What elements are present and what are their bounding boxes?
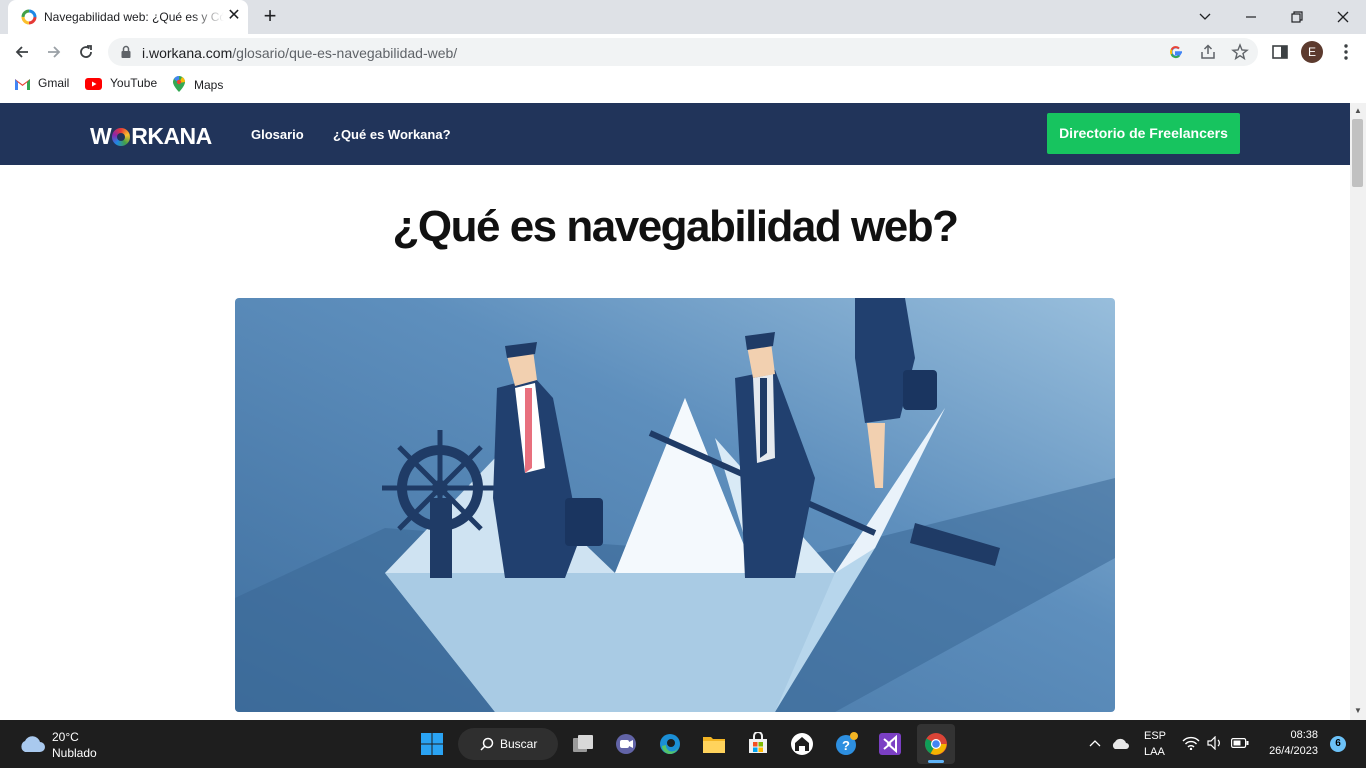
logo-text-start: W <box>90 123 112 149</box>
chrome-taskbar-button[interactable] <box>917 724 955 764</box>
search-icon <box>480 737 494 751</box>
onedrive-cloud-icon[interactable] <box>1111 736 1129 750</box>
chrome-icon <box>925 733 947 755</box>
maps-icon <box>173 76 185 92</box>
bookmark-gmail[interactable]: Gmail <box>15 76 69 92</box>
chevron-up-icon[interactable] <box>1089 738 1101 750</box>
clock-time[interactable]: 08:38 <box>1288 729 1318 741</box>
language-indicator[interactable]: ESP <box>1144 730 1166 742</box>
file-explorer-button[interactable] <box>698 728 730 760</box>
site-header: W RKANA Glosario ¿Qué es Workana? Directo… <box>0 103 1350 165</box>
tab-strip: Navegabilidad web: ¿Qué es y Cómo mejora… <box>0 0 1366 34</box>
app-button-house[interactable] <box>786 728 818 760</box>
url-text[interactable]: i.workana.com/glosario/que-es-navegabili… <box>142 45 457 61</box>
windows-taskbar: 20°C Nublado Buscar ? ESP LAA 08:38 26/4… <box>0 720 1366 768</box>
bookmark-label: YouTube <box>110 76 158 90</box>
tab-title: Navegabilidad web: ¿Qué es y Cómo mejora… <box>44 10 224 24</box>
restore-button[interactable] <box>1274 0 1320 34</box>
bookmarks-bar: Gmail YouTube Maps <box>0 70 1366 98</box>
taskbar-search[interactable]: Buscar <box>458 728 558 760</box>
notification-badge[interactable]: 6 <box>1330 736 1346 752</box>
cloudy-weather-icon[interactable] <box>18 732 46 754</box>
workana-logo[interactable]: W RKANA <box>90 123 212 150</box>
teams-chat-icon <box>616 734 636 754</box>
forward-button[interactable] <box>42 40 66 64</box>
store-icon <box>749 732 767 753</box>
volume-icon[interactable] <box>1207 736 1223 750</box>
wifi-icon[interactable] <box>1182 736 1200 750</box>
browser-toolbar: i.workana.com/glosario/que-es-navegabili… <box>0 34 1366 70</box>
reload-icon <box>80 45 92 58</box>
edge-button[interactable] <box>654 728 686 760</box>
tab-search-button[interactable] <box>1182 0 1228 34</box>
logo-o-icon <box>112 128 131 146</box>
visual-studio-icon <box>879 733 901 755</box>
start-button[interactable] <box>416 728 448 760</box>
tab-close-icon[interactable]: ✕ <box>226 8 242 24</box>
address-bar[interactable]: i.workana.com/glosario/que-es-navegabili… <box>108 38 1258 66</box>
nav-link-glosario[interactable]: Glosario <box>251 127 304 142</box>
side-panel-icon[interactable] <box>1270 42 1290 62</box>
page-title: ¿Qué es navegabilidad web? <box>392 202 959 251</box>
bookmark-youtube[interactable]: YouTube <box>85 76 157 92</box>
nav-link-que-es-workana[interactable]: ¿Qué es Workana? <box>333 127 451 142</box>
logo-text-end: RKANA <box>131 123 212 149</box>
back-button[interactable] <box>10 40 34 64</box>
arrow-left-icon <box>15 46 28 58</box>
minimize-button[interactable] <box>1228 0 1274 34</box>
share-icon[interactable] <box>1199 43 1217 61</box>
bookmark-star-icon[interactable] <box>1231 43 1249 61</box>
task-view-button[interactable] <box>567 728 599 760</box>
youtube-icon <box>85 78 102 90</box>
weather-temperature: 20°C <box>52 730 79 744</box>
gmail-icon <box>15 79 30 90</box>
arrow-right-icon <box>48 46 61 58</box>
keyboard-layout-indicator[interactable]: LAA <box>1144 746 1165 758</box>
browser-tab[interactable]: Navegabilidad web: ¿Qué es y Cómo mejora… <box>8 0 248 34</box>
visual-studio-button[interactable] <box>874 728 906 760</box>
chevron-down-icon <box>1199 13 1211 20</box>
google-translate-icon[interactable] <box>1167 43 1185 61</box>
minimize-icon <box>1246 16 1256 18</box>
weather-description: Nublado <box>52 746 97 760</box>
edge-icon <box>660 734 680 754</box>
profile-avatar[interactable]: E <box>1301 41 1323 63</box>
restore-icon <box>1291 11 1303 23</box>
battery-icon[interactable] <box>1231 738 1249 748</box>
bookmark-maps[interactable]: Maps <box>172 76 223 92</box>
reload-button[interactable] <box>74 40 98 64</box>
folder-icon <box>703 737 725 753</box>
page-scrollbar[interactable]: ▲ ▼ <box>1350 103 1366 720</box>
get-help-button[interactable]: ? <box>830 728 862 760</box>
microsoft-store-button[interactable] <box>742 728 774 760</box>
new-tab-button[interactable]: + <box>258 5 282 29</box>
svg-text:?: ? <box>842 738 850 753</box>
freelancer-directory-button[interactable]: Directorio de Freelancers <box>1047 113 1240 154</box>
bookmark-label: Gmail <box>38 76 70 90</box>
url-path: /glosario/que-es-navegabilidad-web/ <box>232 45 458 61</box>
more-menu-icon[interactable] <box>1336 42 1356 62</box>
house-app-icon <box>791 733 813 755</box>
scroll-down-icon[interactable]: ▼ <box>1354 707 1362 715</box>
search-label: Buscar <box>500 737 538 751</box>
task-view-icon <box>573 735 593 752</box>
scroll-thumb[interactable] <box>1352 119 1363 187</box>
bookmark-label: Maps <box>194 78 224 92</box>
page-viewport: W RKANA Glosario ¿Qué es Workana? Directo… <box>0 103 1350 720</box>
paper-boat-illustration <box>235 298 1115 712</box>
hero-image <box>235 298 1115 712</box>
workana-favicon-icon <box>21 9 37 25</box>
close-window-button[interactable] <box>1320 0 1366 34</box>
close-icon <box>1337 11 1349 23</box>
windows-logo-icon <box>421 733 443 755</box>
lock-icon[interactable] <box>120 45 132 59</box>
active-app-indicator <box>928 760 944 763</box>
clock-date[interactable]: 26/4/2023 <box>1261 745 1318 757</box>
help-icon: ? <box>836 732 858 755</box>
url-host: i.workana.com <box>142 45 233 61</box>
scroll-up-icon[interactable]: ▲ <box>1354 107 1362 115</box>
teams-chat-button[interactable] <box>610 728 642 760</box>
